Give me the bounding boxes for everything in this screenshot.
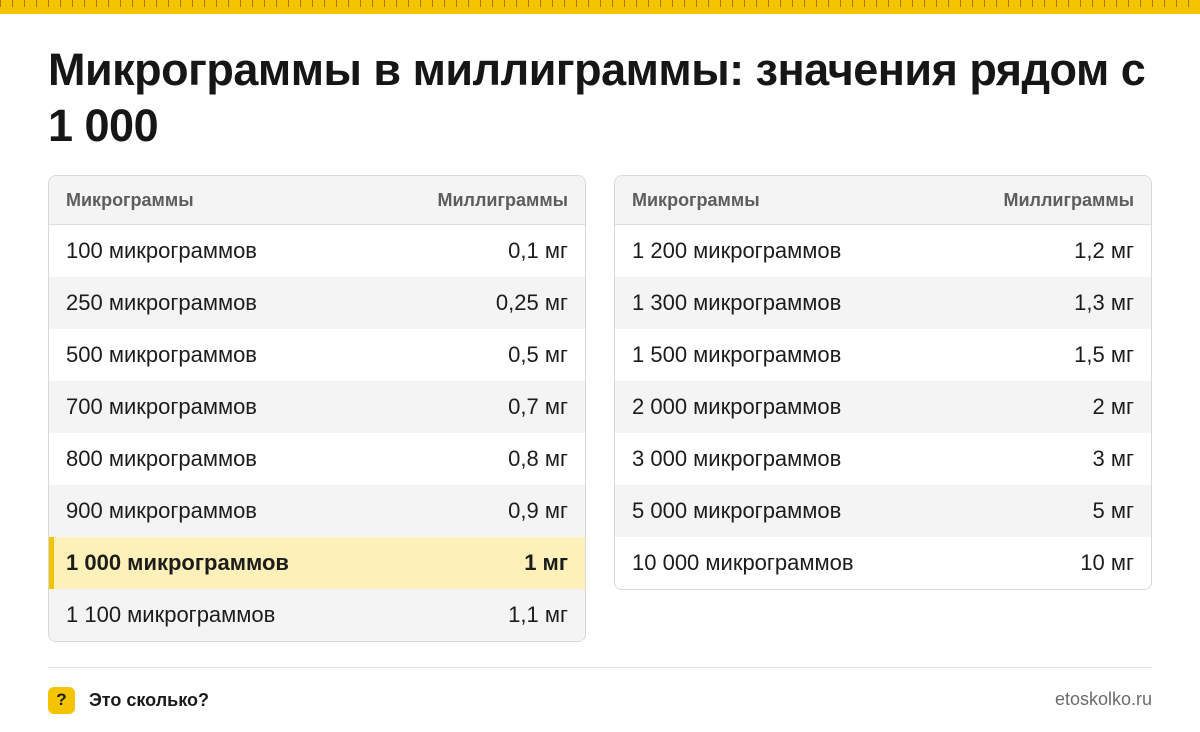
cell-milligrams: 2 мг <box>1092 394 1135 419</box>
table-row: 100 микрограммов 0,1 мг <box>49 225 585 277</box>
table-row: 500 микрограммов 0,5 мг <box>49 329 585 381</box>
footer-divider <box>48 667 1152 668</box>
cell-micrograms: 2 000 микрограммов <box>632 394 842 419</box>
conversion-table-right: Микрограммы Миллиграммы 1 200 микрограмм… <box>614 175 1152 590</box>
cell-milligrams: 0,8 мг <box>508 446 568 471</box>
table-row-highlighted: 1 000 микрограммов 1 мг <box>49 537 585 589</box>
table-row: 2 000 микрограммов 2 мг <box>615 381 1151 433</box>
brand-block: ? Это сколько? <box>48 686 209 714</box>
cell-micrograms: 3 000 микрограммов <box>632 446 842 471</box>
cell-milligrams: 0,1 мг <box>508 238 568 263</box>
cell-milligrams: 10 мг <box>1080 550 1134 575</box>
cell-micrograms: 900 микрограммов <box>66 498 257 523</box>
cell-milligrams: 1,1 мг <box>508 602 568 627</box>
question-icon: ? <box>48 686 75 714</box>
table-body: 100 микрограммов 0,1 мг 250 микрограммов 0,… <box>49 225 585 641</box>
table-row: 800 микрограммов 0,8 мг <box>49 433 585 485</box>
cell-micrograms: 800 микрограммов <box>66 446 257 471</box>
brand-name: Это сколько? <box>89 689 209 710</box>
table-header: Микрограммы Миллиграммы <box>49 176 585 225</box>
cell-micrograms: 5 000 микрограммов <box>632 498 842 523</box>
cell-milligrams: 0,7 мг <box>508 394 568 419</box>
conversion-table-left: Микрограммы Миллиграммы 100 микрограммов… <box>48 175 586 642</box>
cell-milligrams: 1,2 мг <box>1074 238 1134 263</box>
cell-micrograms: 1 300 микрограммов <box>632 290 842 315</box>
cell-milligrams: 0,5 мг <box>508 342 568 367</box>
cell-milligrams: 0,9 мг <box>508 498 568 523</box>
cell-milligrams: 3 мг <box>1092 446 1135 471</box>
ruler-strip <box>0 0 1200 14</box>
cell-micrograms: 100 микрограммов <box>66 238 257 263</box>
header-micrograms: Микрограммы <box>632 189 760 210</box>
table-row: 900 микрограммов 0,9 мг <box>49 485 585 537</box>
cell-micrograms: 1 100 микрограммов <box>66 602 276 627</box>
cell-micrograms: 700 микрограммов <box>66 394 257 419</box>
table-row: 250 микрограммов 0,25 мг <box>49 277 585 329</box>
header-micrograms: Микрограммы <box>66 189 194 210</box>
cell-micrograms: 10 000 микрограммов <box>632 550 854 575</box>
table-row: 10 000 микрограммов 10 мг <box>615 537 1151 589</box>
cell-micrograms: 250 микрограммов <box>66 290 257 315</box>
cell-micrograms: 1 500 микрограммов <box>632 342 842 367</box>
cell-milligrams: 1,5 мг <box>1074 342 1134 367</box>
table-row: 1 300 микрограммов 1,3 мг <box>615 277 1151 329</box>
header-milligrams: Миллиграммы <box>1003 189 1135 210</box>
cell-micrograms: 500 микрограммов <box>66 342 257 367</box>
question-symbol: ? <box>56 690 67 709</box>
table-row: 1 100 микрограммов 1,1 мг <box>49 589 585 641</box>
cell-milligrams: 1 мг <box>524 550 568 575</box>
page-title: Микрограммы в миллиграммы: значения рядо… <box>48 44 1146 151</box>
cell-micrograms: 1 000 микрограммов <box>66 550 289 575</box>
table-row: 5 000 микрограммов 5 мг <box>615 485 1151 537</box>
table-header: Микрограммы Миллиграммы <box>615 176 1151 225</box>
table-row: 3 000 микрограммов 3 мг <box>615 433 1151 485</box>
cell-milligrams: 1,3 мг <box>1074 290 1134 315</box>
table-row: 700 микрограммов 0,7 мг <box>49 381 585 433</box>
table-body: 1 200 микрограммов 1,2 мг 1 300 микрограмм… <box>615 225 1151 589</box>
table-row: 1 500 микрограммов 1,5 мг <box>615 329 1151 381</box>
cell-milligrams: 0,25 мг <box>495 290 568 315</box>
table-row: 1 200 микрограммов 1,2 мг <box>615 225 1151 277</box>
cell-micrograms: 1 200 микрограммов <box>632 238 842 263</box>
site-url: etoskolko.ru <box>1054 689 1152 709</box>
header-milligrams: Миллиграммы <box>437 189 569 210</box>
cell-milligrams: 5 мг <box>1092 498 1135 523</box>
